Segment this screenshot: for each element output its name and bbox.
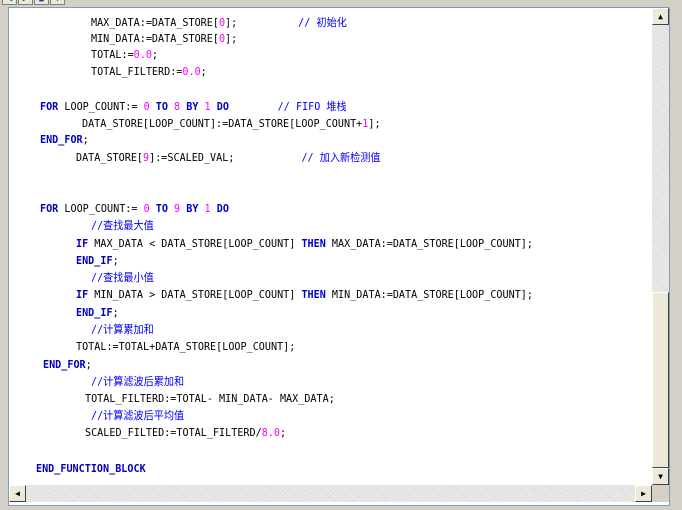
code-token: 0.0 — [133, 48, 152, 61]
code-token: //计算累加和 — [91, 323, 154, 336]
code-token: TOTAL_FILTERD:=TOTAL- MIN_DATA- MAX_DATA… — [85, 392, 335, 405]
code-token: END_IF — [76, 306, 113, 319]
nav-right-icon[interactable]: ▶ — [18, 0, 33, 5]
code-token: ]:=SCALED_VAL; — [149, 151, 302, 164]
code-token: // 加入新检测值 — [301, 151, 381, 164]
arrow-right-icon[interactable]: ▶ — [635, 485, 652, 502]
code-token: ]; — [225, 16, 299, 29]
code-token: //查找最大值 — [91, 219, 154, 232]
code-token: ; — [279, 426, 287, 439]
code-line[interactable]: //计算累加和 — [91, 323, 154, 336]
code-token: DATA_STORE[ — [76, 151, 144, 164]
code-token: END_FOR — [40, 133, 83, 146]
code-token: DATA_STORE[LOOP_COUNT]:=DATA_STORE[LOOP_… — [82, 117, 363, 130]
code-token: MIN_DATA:=DATA_STORE[ — [91, 32, 219, 45]
code-token: FOR — [40, 100, 59, 113]
vertical-scrollbar[interactable]: ▲ ▼ — [652, 8, 669, 485]
code-token: TOTAL:= — [91, 48, 134, 61]
nav-left-icon[interactable]: ◀ — [2, 0, 17, 5]
code-token: END_FOR — [43, 358, 86, 371]
code-token: // 初始化 — [298, 16, 347, 29]
code-line[interactable]: END_IF; — [76, 254, 119, 267]
code-editor[interactable]: MAX_DATA:=DATA_STORE[0]; // 初始化 MIN_DATA:… — [9, 8, 652, 485]
code-token: ]; — [225, 32, 238, 45]
code-line[interactable]: IF MAX_DATA < DATA_STORE[LOOP_COUNT] THE… — [76, 237, 533, 250]
code-token: DO — [216, 100, 229, 113]
code-token: END_IF — [76, 254, 113, 267]
code-line[interactable]: TOTAL_FILTERD:=0.0; — [91, 65, 207, 78]
code-token: MIN_DATA > DATA_STORE[LOOP_COUNT] — [88, 288, 302, 301]
scrollbar-corner — [652, 485, 669, 502]
code-line[interactable]: END_IF; — [76, 306, 119, 319]
code-token: MAX_DATA < DATA_STORE[LOOP_COUNT] — [88, 237, 302, 250]
code-line[interactable]: //查找最大值 — [91, 219, 154, 232]
code-token: ; — [82, 133, 89, 146]
code-token: 8.0 — [261, 426, 280, 439]
code-line[interactable]: DATA_STORE[9]:=SCALED_VAL; // 加入新检测值 — [76, 151, 380, 164]
code-token: TO — [155, 202, 168, 215]
code-line[interactable]: END_FOR; — [40, 133, 89, 146]
arrow-left-icon[interactable]: ◀ — [9, 485, 26, 502]
code-line[interactable]: MAX_DATA:=DATA_STORE[0]; // 初始化 — [91, 16, 347, 29]
code-token: ]; — [368, 117, 381, 130]
code-token: // FIFO 堆栈 — [277, 100, 347, 113]
code-line[interactable]: TOTAL:=TOTAL+DATA_STORE[LOOP_COUNT]; — [76, 340, 295, 353]
code-editor-frame: MAX_DATA:=DATA_STORE[0]; // 初始化 MIN_DATA:… — [8, 7, 670, 506]
code-token: TO — [155, 100, 168, 113]
arrow-down-icon[interactable]: ▼ — [652, 468, 669, 485]
code-token: DO — [216, 202, 229, 215]
code-token: ; — [112, 254, 119, 267]
code-token: IF — [76, 288, 89, 301]
code-line[interactable]: TOTAL:=0.0; — [91, 48, 158, 61]
code-token: BY — [186, 202, 199, 215]
code-line[interactable]: DATA_STORE[LOOP_COUNT]:=DATA_STORE[LOOP_… — [82, 117, 381, 130]
code-line[interactable]: SCALED_FILTED:=TOTAL_FILTERD/8.0; — [85, 426, 286, 439]
code-token: LOOP_COUNT:= — [58, 100, 144, 113]
code-token: MAX_DATA:=DATA_STORE[LOOP_COUNT]; — [325, 237, 533, 250]
code-line[interactable]: //查找最小值 — [91, 271, 154, 284]
code-line[interactable]: END_FOR; — [43, 358, 92, 371]
code-token: TOTAL_FILTERD:= — [91, 65, 183, 78]
code-token: LOOP_COUNT:= — [58, 202, 144, 215]
code-token: BY — [186, 100, 199, 113]
code-token: ; — [151, 48, 159, 61]
code-token: 0.0 — [182, 65, 201, 78]
code-line[interactable]: MIN_DATA:=DATA_STORE[0]; — [91, 32, 237, 45]
code-token: THEN — [301, 237, 326, 250]
code-line[interactable]: //计算滤波后平均值 — [91, 409, 184, 422]
code-line[interactable]: //计算滤波后累加和 — [91, 375, 184, 388]
arrow-up-icon[interactable]: ▲ — [652, 8, 669, 25]
code-token: //计算滤波后累加和 — [91, 375, 185, 388]
nav-down-icon[interactable]: ▼ — [50, 0, 65, 5]
code-line[interactable]: TOTAL_FILTERD:=TOTAL- MIN_DATA- MAX_DATA… — [85, 392, 335, 405]
code-token: FOR — [40, 202, 59, 215]
code-token: TOTAL:=TOTAL+DATA_STORE[LOOP_COUNT]; — [76, 340, 296, 353]
code-line[interactable]: END_FUNCTION_BLOCK — [36, 462, 146, 475]
vertical-scroll-thumb[interactable] — [652, 292, 669, 468]
code-line[interactable]: IF MIN_DATA > DATA_STORE[LOOP_COUNT] THE… — [76, 288, 533, 301]
code-token: //查找最小值 — [91, 271, 154, 284]
code-token: ; — [200, 65, 207, 78]
code-line[interactable]: FOR LOOP_COUNT:= 0 TO 8 BY 1 DO // FIFO … — [40, 100, 347, 113]
code-token: MIN_DATA:=DATA_STORE[LOOP_COUNT]; — [325, 288, 533, 301]
toolbar: ◀ ▶ ▲ ▼ — [0, 0, 682, 7]
code-line[interactable]: FOR LOOP_COUNT:= 0 TO 9 BY 1 DO — [40, 202, 229, 215]
code-token: SCALED_FILTED:=TOTAL_FILTERD/ — [85, 426, 262, 439]
horizontal-scrollbar[interactable]: ◀ ▶ — [9, 485, 652, 502]
code-token: MAX_DATA:=DATA_STORE[ — [91, 16, 219, 29]
code-token: ; — [112, 306, 119, 319]
code-token: END_FUNCTION_BLOCK — [36, 462, 146, 475]
code-token: IF — [76, 237, 89, 250]
nav-up-icon[interactable]: ▲ — [34, 0, 49, 5]
code-token: ; — [85, 358, 92, 371]
code-token: //计算滤波后平均值 — [91, 409, 185, 422]
code-token: THEN — [301, 288, 326, 301]
